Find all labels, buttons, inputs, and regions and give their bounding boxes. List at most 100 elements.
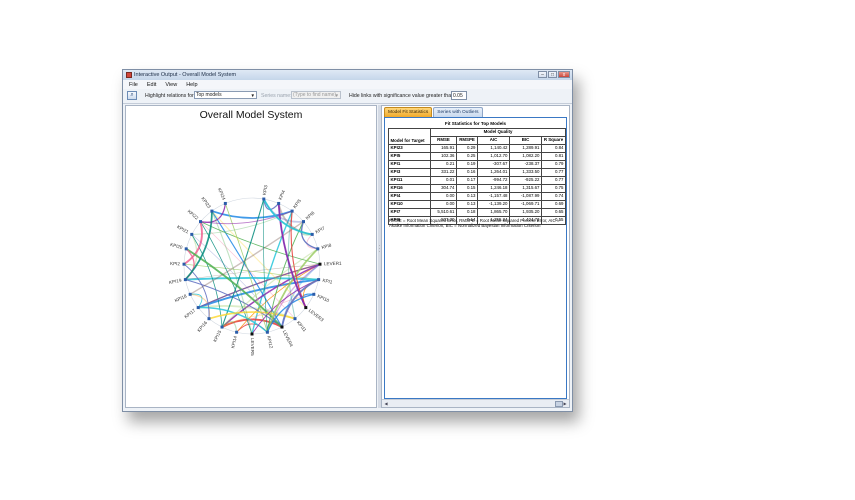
network-node-label: KPI4 <box>278 189 287 201</box>
table-corner-header: Model for Target <box>388 128 431 145</box>
network-node-label: LEVER5 <box>250 338 255 356</box>
column-header: BIC <box>509 136 542 145</box>
network-node <box>265 330 269 334</box>
window-title: Interactive Output - Overall Model Syste… <box>134 72 237 78</box>
table-cell: 0.75 <box>541 184 566 193</box>
network-node-label: KPI6 <box>305 210 316 221</box>
network-node-label: KPI8 <box>321 243 332 250</box>
tab-series-with-outliers[interactable]: Series with Outliers <box>433 107 483 117</box>
network-node <box>196 306 200 310</box>
series-search[interactable]: (Type to find name) ▼ <box>291 91 341 99</box>
table-cell: -994.72 <box>477 176 510 185</box>
table-cell: 1,140.42 <box>477 144 510 153</box>
menu-edit[interactable]: Edit <box>147 82 156 88</box>
table-cell: 102.36 <box>430 152 457 161</box>
network-node <box>210 209 214 213</box>
network-chart[interactable]: KPI3 KPI4 KPI5KPI6 KPI7 KPI8 LEVER1 KPI1 KPI10 L… <box>126 106 376 407</box>
table-title: Fit Statistics for Top Models <box>444 121 507 126</box>
network-link <box>185 276 319 281</box>
network-node <box>190 232 194 236</box>
fit-statistics-table: Model for Target Model Quality RMSE RMSPE… <box>388 128 566 225</box>
table-cell: 0.77 <box>541 176 566 185</box>
table-footnote: RMSE = Root Mean Squared Error, RMSPE = … <box>389 218 560 228</box>
network-node-label: KPI21 <box>176 224 190 234</box>
network-node-label: KPI23 <box>200 196 212 209</box>
table-cell: 0.79 <box>541 160 566 169</box>
network-node <box>301 220 305 224</box>
network-node <box>220 325 224 329</box>
network-node <box>235 330 239 334</box>
menu-file[interactable]: File <box>129 82 138 88</box>
network-node <box>312 292 316 296</box>
row-header: KPI11 <box>388 176 431 185</box>
table-cell: 0.25 <box>456 152 478 161</box>
table-cell: 0.81 <box>541 152 566 161</box>
network-node-label: KPI22 <box>187 209 200 221</box>
chart-pane: Overall Model System KPI3 KPI4 KPI5 KPI6 KPI… <box>125 105 377 408</box>
table-cell: 1,264.01 <box>477 168 510 177</box>
network-node <box>280 325 284 329</box>
table-row: KPI1 0.21 0.19 -307.67 -238.37 0.79 <box>388 160 566 169</box>
table-cell: 0.69 <box>541 200 566 209</box>
table-cell: 0.01 <box>430 176 457 185</box>
network-node-label: KPI11 <box>296 320 308 333</box>
app-window: Interactive Output - Overall Model Syste… <box>122 69 573 412</box>
network-node-label: LEVER4 <box>282 329 294 347</box>
model-quality-header: Model Quality <box>430 128 566 137</box>
highlight-select-value: Top models <box>196 92 222 98</box>
table-cell: 331.22 <box>430 168 457 177</box>
scroll-right-icon[interactable]: ▶ <box>562 401 568 406</box>
column-header: R Square <box>541 136 566 145</box>
table-cell: 5,510.61 <box>430 208 457 217</box>
table-cell: 0.19 <box>456 160 478 169</box>
table-cell: 0.00 <box>430 192 457 201</box>
network-node <box>199 220 203 224</box>
network-node <box>310 232 314 236</box>
table-cell: 1,315.67 <box>509 184 542 193</box>
menu-help[interactable]: Help <box>186 82 197 88</box>
table-row: KPI10 0.00 0.13 -1,139.20 -1,069.71 0.69 <box>388 200 566 209</box>
network-node-label: KPI20 <box>170 242 184 250</box>
column-header: AIC <box>477 136 510 145</box>
network-node <box>262 197 266 201</box>
network-node-label: KPI12 <box>266 335 274 349</box>
network-node-label: KPI3 <box>262 184 269 195</box>
significance-input[interactable]: 0.05 <box>451 91 467 100</box>
highlight-label: Highlight relations for: <box>145 93 196 99</box>
column-header: RMSE <box>430 136 457 145</box>
scroll-left-icon[interactable]: ◀ <box>383 401 389 406</box>
network-node <box>318 262 322 266</box>
app-icon <box>126 72 132 78</box>
network-links <box>183 198 321 335</box>
zoom-tool-button[interactable]: ⌕ <box>127 91 137 100</box>
table-row: KPI5 102.36 0.25 1,012.70 1,082.20 0.81 <box>388 152 566 161</box>
menu-view[interactable]: View <box>165 82 177 88</box>
table-cell: 0.84 <box>541 144 566 153</box>
network-node <box>293 317 297 321</box>
maximize-button[interactable]: □ <box>548 71 557 78</box>
table-cell: 1,289.91 <box>509 144 542 153</box>
table-cell: 0.65 <box>541 208 566 217</box>
network-node <box>184 247 188 251</box>
close-button[interactable]: x <box>558 71 570 78</box>
table-cell: 0.74 <box>541 192 566 201</box>
network-node-label: KPI5 <box>292 198 302 209</box>
tab-model-fit-statistics[interactable]: Model Fit Statistics <box>384 107 433 117</box>
network-node <box>223 201 227 205</box>
table-cell: 1,246.18 <box>477 184 510 193</box>
table-cell: -925.22 <box>509 176 542 185</box>
title-bar[interactable]: Interactive Output - Overall Model Syste… <box>123 70 572 80</box>
network-node-label: KPI10 <box>317 293 331 303</box>
network-link <box>185 279 283 328</box>
network-node-label: KPI2 <box>170 261 181 266</box>
table-row: KPI16 304.74 0.15 1,246.18 1,315.67 0.75 <box>388 184 566 193</box>
table-cell: 165.91 <box>430 144 457 153</box>
chevron-down-icon: ▼ <box>250 93 255 98</box>
horizontal-scrollbar[interactable]: ◀ ▶ <box>382 399 569 407</box>
series-search-placeholder: (Type to find name) <box>293 92 337 98</box>
highlight-select[interactable]: Top models ▼ <box>194 91 257 99</box>
minimize-button[interactable]: – <box>538 71 547 78</box>
network-node <box>277 201 281 205</box>
row-header: KPI7 <box>388 208 431 217</box>
table-cell: 1,012.70 <box>477 152 510 161</box>
